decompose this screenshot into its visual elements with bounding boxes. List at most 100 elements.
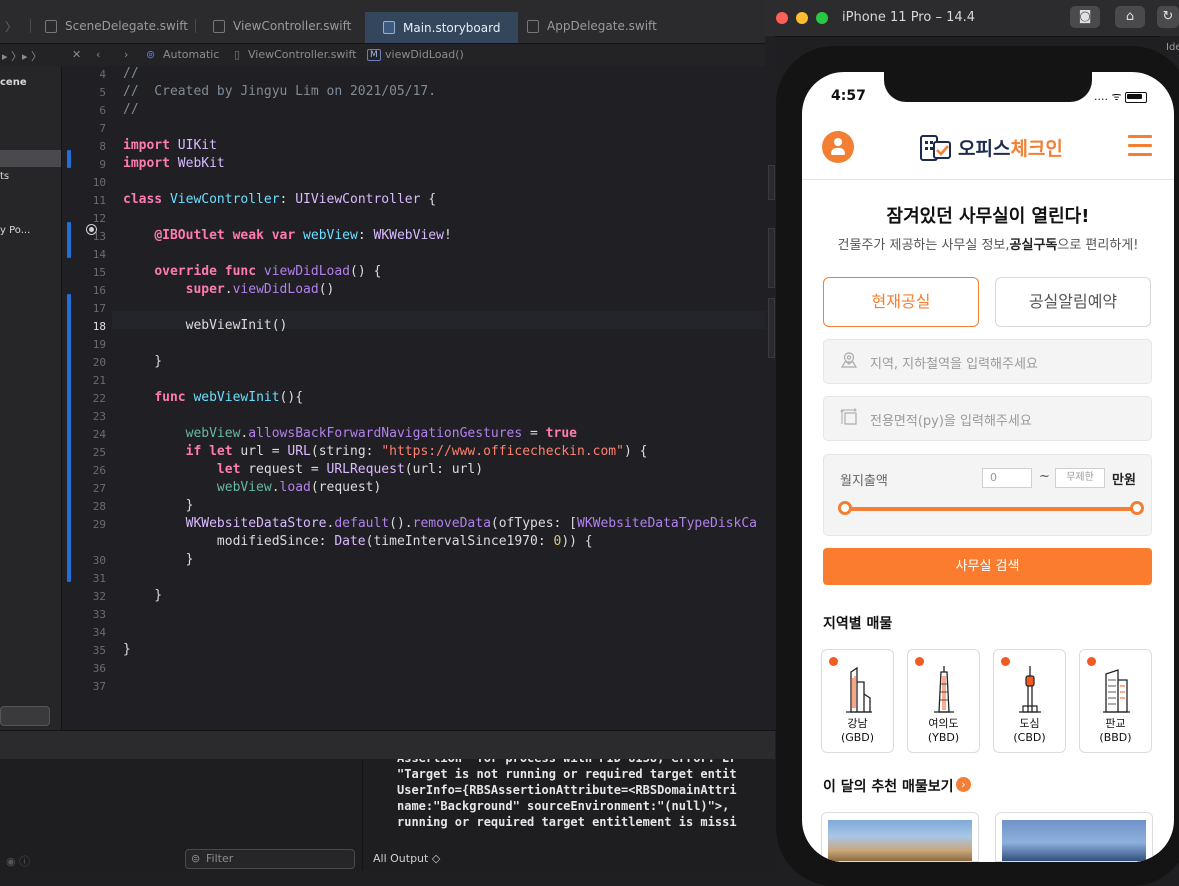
output-selector[interactable]: All Output ◇ (373, 852, 440, 865)
outlet-connection-icon[interactable] (86, 224, 97, 235)
status-time: 4:57 (831, 88, 866, 104)
code-editor[interactable]: 4 // 5 // Created by Jingyu Lim on 2021/05/… (62, 66, 765, 730)
rent-slider-max-handle[interactable] (1130, 501, 1144, 515)
navigator-filter-field[interactable] (0, 706, 50, 726)
console-line: "Target is not running or required targe… (397, 767, 737, 781)
subline-text: 건물주가 제공하는 사무실 정보, (837, 238, 1010, 253)
code-line[interactable]: } (123, 354, 162, 369)
code-line[interactable]: webView.allowsBackForwardNavigationGestu… (123, 426, 577, 441)
badge-dot-icon (915, 657, 924, 666)
recommended-listing-card[interactable] (995, 812, 1153, 862)
rotate-icon[interactable]: ↻ (1157, 6, 1179, 28)
badge-dot-icon (829, 657, 838, 666)
code-line[interactable]: if let url = URL(string: "https://www.of… (123, 444, 648, 459)
tab-bar-arrow[interactable]: 〉 (5, 12, 17, 40)
navigator-item[interactable]: y Po... (0, 225, 30, 236)
code-line[interactable]: // (123, 66, 139, 81)
tab-view-controller[interactable]: ViewController.swift (213, 12, 351, 40)
code-line[interactable]: super.viewDidLoad() (123, 282, 335, 297)
code-line[interactable]: webViewInit() (123, 318, 288, 333)
site-logo[interactable]: 오피스체크인 (920, 134, 1063, 161)
code-line[interactable]: // Created by Jingyu Lim on 2021/05/17. (123, 84, 436, 99)
tab-divider (30, 19, 31, 33)
screenshot-icon[interactable]: ◙ (1070, 6, 1100, 28)
tab-vacancy-alert[interactable]: 공실알림예약 (995, 277, 1151, 327)
code-line[interactable]: modifiedSince: Date(timeIntervalSince197… (123, 534, 593, 549)
navigator-item[interactable]: cene (0, 77, 27, 88)
code-line[interactable]: } (123, 552, 194, 567)
related-items-icon[interactable]: ⊚ (146, 48, 155, 61)
line-number: 13 (92, 230, 106, 243)
notch (884, 72, 1092, 102)
code-line[interactable]: } (123, 588, 162, 603)
iphone-screen[interactable]: 4:57 .... ᯤ 오피스체크인 잠겨있던 사무실이 열린다! 건물주가 제… (802, 72, 1174, 862)
recommended-listing-card[interactable] (821, 812, 979, 862)
area-size-input[interactable]: 전용면적(py)을 입력해주세요 (823, 396, 1152, 441)
code-line[interactable]: } (123, 642, 131, 657)
hamburger-menu-icon[interactable] (1128, 135, 1152, 157)
zoom-window-icon[interactable] (816, 12, 828, 24)
jump-bar-symbol[interactable]: viewDidLoad() (385, 48, 464, 61)
location-pin-icon (840, 352, 858, 368)
tab-label: AppDelegate.swift (547, 19, 657, 33)
code-line[interactable]: import UIKit (123, 138, 217, 153)
breadcrumb-arrows-icon[interactable]: ▸ 〉▸ 〉 (2, 48, 42, 64)
close-window-icon[interactable] (776, 12, 788, 24)
line-number: 6 (99, 104, 106, 117)
tab-app-delegate[interactable]: AppDelegate.swift (527, 12, 657, 40)
code-line[interactable]: WKWebsiteDataStore.default().removeData(… (123, 516, 757, 531)
rent-min-input[interactable]: 0 (982, 468, 1032, 488)
jump-bar-mode[interactable]: Automatic (163, 48, 219, 61)
close-icon[interactable]: ✕ (72, 48, 81, 61)
rent-label: 월지출액 (840, 474, 888, 489)
region-card-yeouido[interactable]: 여의도 (YBD) (907, 649, 980, 753)
code-line[interactable]: } (123, 498, 194, 513)
code-line[interactable]: @IBOutlet weak var webView: WKWebView! (123, 228, 451, 243)
console-filter-input[interactable]: ⊜ Filter (185, 849, 355, 869)
chevron-right-icon[interactable]: › (956, 777, 971, 792)
yeouido-tower-icon (934, 666, 954, 713)
office-search-button[interactable]: 사무실 검색 (823, 548, 1152, 585)
line-number: 20 (92, 356, 106, 369)
region-card-downtown[interactable]: 도심 (CBD) (993, 649, 1066, 753)
navigator-selection[interactable] (0, 150, 61, 167)
rent-slider-min-handle[interactable] (838, 501, 852, 515)
logo-text-accent: 체크인 (1010, 138, 1063, 160)
line-number: 8 (99, 140, 106, 153)
forward-icon[interactable]: › (124, 48, 128, 61)
code-line[interactable]: override func viewDidLoad() { (123, 264, 381, 279)
jump-bar-file[interactable]: ViewController.swift (248, 48, 356, 61)
line-number: 18 (92, 320, 106, 333)
project-navigator: cene ts y Po... (0, 66, 62, 730)
back-icon[interactable]: ‹ (96, 48, 100, 61)
minimize-window-icon[interactable] (796, 12, 808, 24)
tab-current-vacancy[interactable]: 현재공실 (823, 277, 979, 327)
tab-main-storyboard[interactable]: Main.storyboard (365, 12, 519, 43)
rent-range-slider[interactable] (844, 507, 1138, 511)
region-card-gangnam[interactable]: 강남 (GBD) (821, 649, 894, 753)
rent-max-input[interactable]: 무제한 (1055, 468, 1105, 488)
user-avatar-icon[interactable] (822, 131, 854, 163)
canvas-edge-block (768, 298, 775, 358)
console-line: name:"Background" sourceEnvironment:"(nu… (397, 799, 730, 813)
line-number: 19 (92, 338, 106, 351)
tab-divider (195, 19, 196, 33)
eye-icon[interactable]: ◉ ⓘ (6, 853, 30, 869)
line-number: 10 (92, 176, 106, 189)
code-line[interactable]: let request = URLRequest(url: url) (123, 462, 483, 477)
navigator-item[interactable]: ts (0, 171, 9, 182)
code-line[interactable]: func webViewInit(){ (123, 390, 303, 405)
swift-file-icon (213, 19, 225, 33)
home-icon[interactable]: ⌂ (1115, 6, 1145, 28)
gangnam-building-icon (846, 666, 872, 713)
code-line[interactable]: webView.load(request) (123, 480, 381, 495)
code-line[interactable]: // (123, 102, 139, 117)
code-line[interactable]: class ViewController: UIViewController { (123, 192, 436, 207)
tab-scene-delegate[interactable]: SceneDelegate.swift (45, 12, 188, 40)
recommend-section-title[interactable]: 이 달의 추천 매물보기 (823, 776, 954, 796)
code-line[interactable]: import WebKit (123, 156, 225, 171)
debug-bar (0, 730, 775, 760)
location-search-input[interactable]: 지역, 지하철역을 입력해주세요 (823, 339, 1152, 384)
region-card-pangyo[interactable]: 판교 (BBD) (1079, 649, 1152, 753)
console-line: Assertion for process with PID 8138, err… (397, 759, 737, 765)
